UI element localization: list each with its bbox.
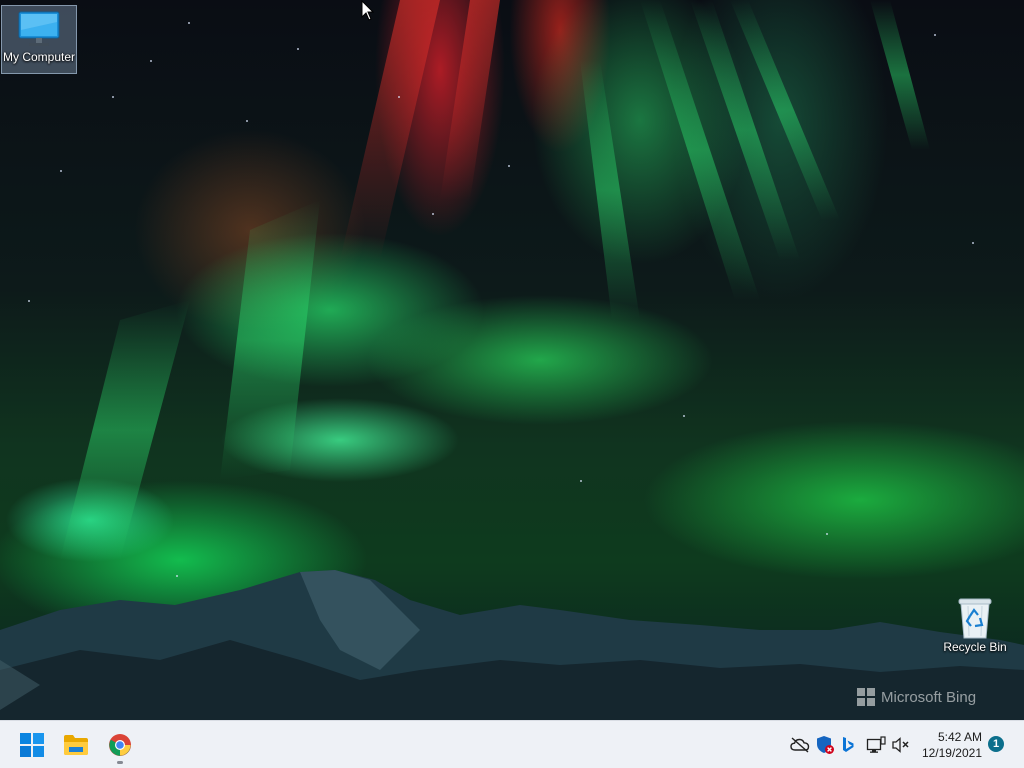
star <box>246 120 248 122</box>
star <box>826 533 828 535</box>
watermark-text: Microsoft Bing <box>881 688 977 706</box>
star <box>398 96 400 98</box>
monitor-icon <box>2 10 76 50</box>
star <box>683 415 685 417</box>
mouse-cursor-icon <box>361 0 375 21</box>
desktop-wallpaper[interactable] <box>0 0 1024 720</box>
tray-defender[interactable] <box>815 735 835 755</box>
star <box>60 170 62 172</box>
windows-start-icon <box>20 733 44 757</box>
running-indicator <box>117 761 123 764</box>
chrome-icon <box>109 734 131 756</box>
desktop-icon-my-computer[interactable]: My Computer <box>1 5 77 74</box>
clock-time: 5:42 AM <box>937 730 982 744</box>
chrome-button[interactable] <box>100 725 140 765</box>
star <box>150 60 152 62</box>
shield-warning-icon <box>817 736 834 754</box>
bing-icon <box>843 737 854 752</box>
tray-network[interactable] <box>866 735 886 755</box>
volume-muted-icon <box>892 737 909 753</box>
file-explorer-button[interactable] <box>56 725 96 765</box>
microsoft-bing-watermark: Microsoft Bing <box>857 686 976 708</box>
microsoft-logo-icon <box>857 688 875 706</box>
network-icon <box>866 736 886 753</box>
star <box>112 96 114 98</box>
notification-center-badge[interactable]: 1 <box>988 736 1004 752</box>
star <box>508 165 510 167</box>
clock-date: 12/19/2021 <box>921 746 982 760</box>
taskbar-clock[interactable]: 5:42 AM 12/19/2021 <box>920 729 982 761</box>
star <box>432 213 434 215</box>
star <box>972 242 974 244</box>
desktop-icon-recycle-bin[interactable]: Recycle Bin <box>937 596 1013 655</box>
desktop-icon-label: My Computer <box>2 50 76 64</box>
folder-icon <box>64 735 88 755</box>
star <box>28 300 30 302</box>
taskbar: 5:42 AM 12/19/2021 <box>0 720 1024 768</box>
star <box>188 22 190 24</box>
desktop-icon-label: Recycle Bin <box>943 640 1007 654</box>
recycle-bin-icon <box>937 596 1013 640</box>
tray-volume[interactable] <box>891 735 911 755</box>
cloud-offline-icon <box>790 737 810 753</box>
start-button[interactable] <box>12 725 52 765</box>
star <box>934 34 936 36</box>
star <box>297 48 299 50</box>
star <box>580 480 582 482</box>
tray-bing[interactable] <box>838 735 858 755</box>
tray-onedrive[interactable] <box>790 735 810 755</box>
